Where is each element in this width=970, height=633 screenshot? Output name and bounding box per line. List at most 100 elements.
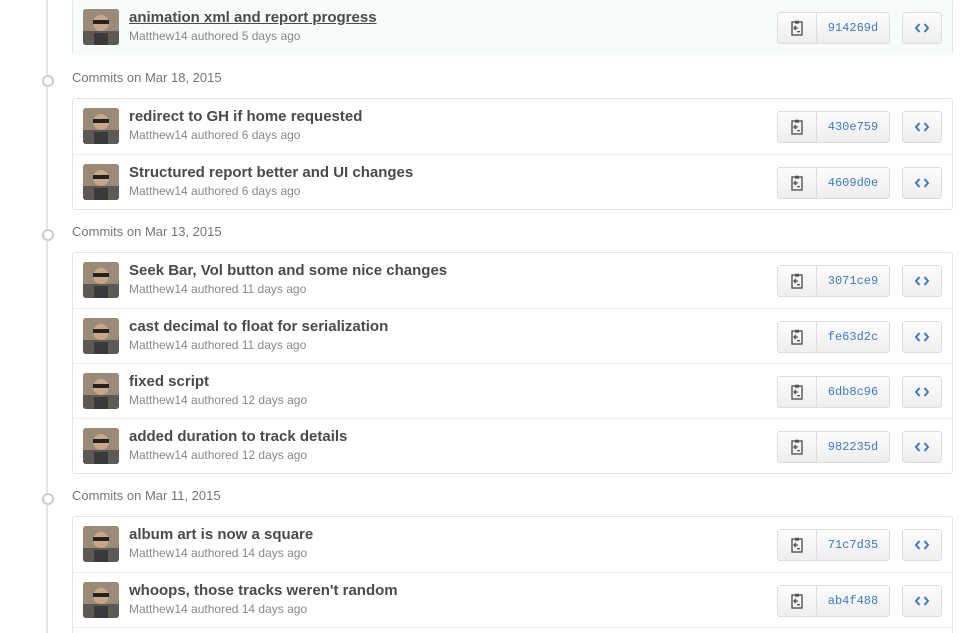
commit-row: fixed script Matthew14 authored 12 days …	[73, 363, 952, 418]
timeline-line	[46, 0, 48, 633]
commit-sha-link[interactable]: 6db8c96	[817, 377, 889, 407]
commit-sha-link[interactable]: 430e759	[817, 112, 889, 142]
clippy-icon	[791, 273, 803, 289]
commit-title[interactable]: fixed script	[129, 373, 209, 390]
avatar[interactable]	[83, 262, 119, 298]
sha-button-group: fe63d2c	[777, 321, 890, 353]
commit-authored: authored 11 days ago	[191, 338, 307, 352]
clippy-icon	[791, 439, 803, 455]
commit-authored: authored 12 days ago	[191, 448, 308, 462]
sha-button-group: 71c7d35	[777, 529, 890, 561]
clippy-icon	[791, 119, 803, 135]
code-icon	[915, 387, 929, 397]
commit-title[interactable]: added duration to track details	[129, 428, 347, 445]
commit-authored: authored 12 days ago	[191, 393, 308, 407]
commit-author[interactable]: Matthew14	[129, 448, 188, 462]
commit-meta: Matthew14 authored 6 days ago	[129, 128, 300, 142]
sha-button-group: 914269d	[777, 12, 890, 44]
commit-title[interactable]: animation xml and report progress	[129, 9, 377, 26]
commit-authored: authored 14 days ago	[191, 602, 308, 616]
commit-author[interactable]: Matthew14	[129, 29, 188, 43]
copy-sha-button[interactable]	[778, 266, 817, 296]
commit-author[interactable]: Matthew14	[129, 184, 188, 198]
commit-row: Seek Bar, Vol button and some nice chang…	[73, 253, 952, 308]
commit-meta: Matthew14 authored 14 days ago	[129, 546, 307, 560]
clippy-icon	[791, 384, 803, 400]
clippy-icon	[791, 329, 803, 345]
browse-code-button[interactable]	[902, 376, 942, 408]
commit-list: redirect to GH if home requested Matthew…	[72, 98, 953, 210]
copy-sha-button[interactable]	[778, 322, 817, 352]
commit-meta: Matthew14 authored 14 days ago	[129, 602, 307, 616]
browse-code-button[interactable]	[902, 321, 942, 353]
browse-code-button[interactable]	[902, 585, 942, 617]
sha-button-group: 982235d	[777, 431, 890, 463]
code-icon	[915, 178, 929, 188]
commit-title[interactable]: cast decimal to float for serialization	[129, 318, 388, 335]
browse-code-button[interactable]	[902, 12, 942, 44]
commit-sha-link[interactable]: 914269d	[817, 13, 889, 43]
commit-sha-link[interactable]: 982235d	[817, 432, 889, 462]
copy-sha-button[interactable]	[778, 586, 817, 616]
browse-code-button[interactable]	[902, 167, 942, 199]
avatar[interactable]	[83, 318, 119, 354]
commit-title[interactable]: Structured report better and UI changes	[129, 164, 413, 181]
commit-group-title: Commits on Mar 18, 2015	[72, 70, 222, 85]
commit-author[interactable]: Matthew14	[129, 338, 188, 352]
avatar[interactable]	[83, 526, 119, 562]
avatar[interactable]	[83, 9, 119, 45]
commit-meta: Matthew14 authored 12 days ago	[129, 448, 307, 462]
commit-authored: authored 14 days ago	[191, 546, 308, 560]
copy-sha-button[interactable]	[778, 377, 817, 407]
commit-title[interactable]: Seek Bar, Vol button and some nice chang…	[129, 262, 447, 279]
commit-author[interactable]: Matthew14	[129, 546, 188, 560]
avatar[interactable]	[83, 582, 119, 618]
commit-row: redirect to GH if home requested Matthew…	[73, 99, 952, 154]
browse-code-button[interactable]	[902, 265, 942, 297]
commit-row: album art is now a square Matthew14 auth…	[73, 517, 952, 572]
copy-sha-button[interactable]	[778, 432, 817, 462]
commit-meta: Matthew14 authored 11 days ago	[129, 282, 306, 296]
copy-sha-button[interactable]	[778, 13, 817, 43]
commit-sha-link[interactable]: 3071ce9	[817, 266, 889, 296]
copy-sha-button[interactable]	[778, 530, 817, 560]
browse-code-button[interactable]	[902, 111, 942, 143]
commit-row-partial	[73, 627, 952, 633]
code-icon	[915, 23, 929, 33]
clippy-icon	[791, 537, 803, 553]
commit-row: Structured report better and UI changes …	[73, 154, 952, 209]
commit-node-icon	[34, 491, 58, 505]
commit-row: added duration to track details Matthew1…	[73, 418, 952, 473]
commit-authored: authored 6 days ago	[191, 184, 301, 198]
clippy-icon	[791, 20, 803, 36]
avatar[interactable]	[83, 428, 119, 464]
commit-authored: authored 11 days ago	[191, 282, 307, 296]
copy-sha-button[interactable]	[778, 112, 817, 142]
sha-button-group: 430e759	[777, 111, 890, 143]
avatar[interactable]	[83, 373, 119, 409]
avatar[interactable]	[83, 164, 119, 200]
commit-sha-link[interactable]: fe63d2c	[817, 322, 889, 352]
commit-sha-link[interactable]: 71c7d35	[817, 530, 889, 560]
commit-author[interactable]: Matthew14	[129, 393, 188, 407]
avatar[interactable]	[83, 108, 119, 144]
commit-author[interactable]: Matthew14	[129, 128, 188, 142]
browse-code-button[interactable]	[902, 529, 942, 561]
clippy-icon	[791, 593, 803, 609]
commit-sha-link[interactable]: ab4f488	[817, 586, 889, 616]
commit-author[interactable]: Matthew14	[129, 602, 188, 616]
commit-list-top: animation xml and report progress Matthe…	[72, 0, 953, 55]
commit-node-icon	[34, 73, 58, 87]
clippy-icon	[791, 175, 803, 191]
commit-title[interactable]: album art is now a square	[129, 526, 313, 543]
browse-code-button[interactable]	[902, 431, 942, 463]
sha-button-group: 3071ce9	[777, 265, 890, 297]
code-icon	[915, 596, 929, 606]
commit-sha-link[interactable]: 4609d0e	[817, 168, 889, 198]
sha-button-group: ab4f488	[777, 585, 890, 617]
commit-meta: Matthew14 authored 11 days ago	[129, 338, 306, 352]
copy-sha-button[interactable]	[778, 168, 817, 198]
commit-title[interactable]: whoops, those tracks weren't random	[129, 582, 398, 599]
commit-title[interactable]: redirect to GH if home requested	[129, 108, 362, 125]
commit-author[interactable]: Matthew14	[129, 282, 188, 296]
